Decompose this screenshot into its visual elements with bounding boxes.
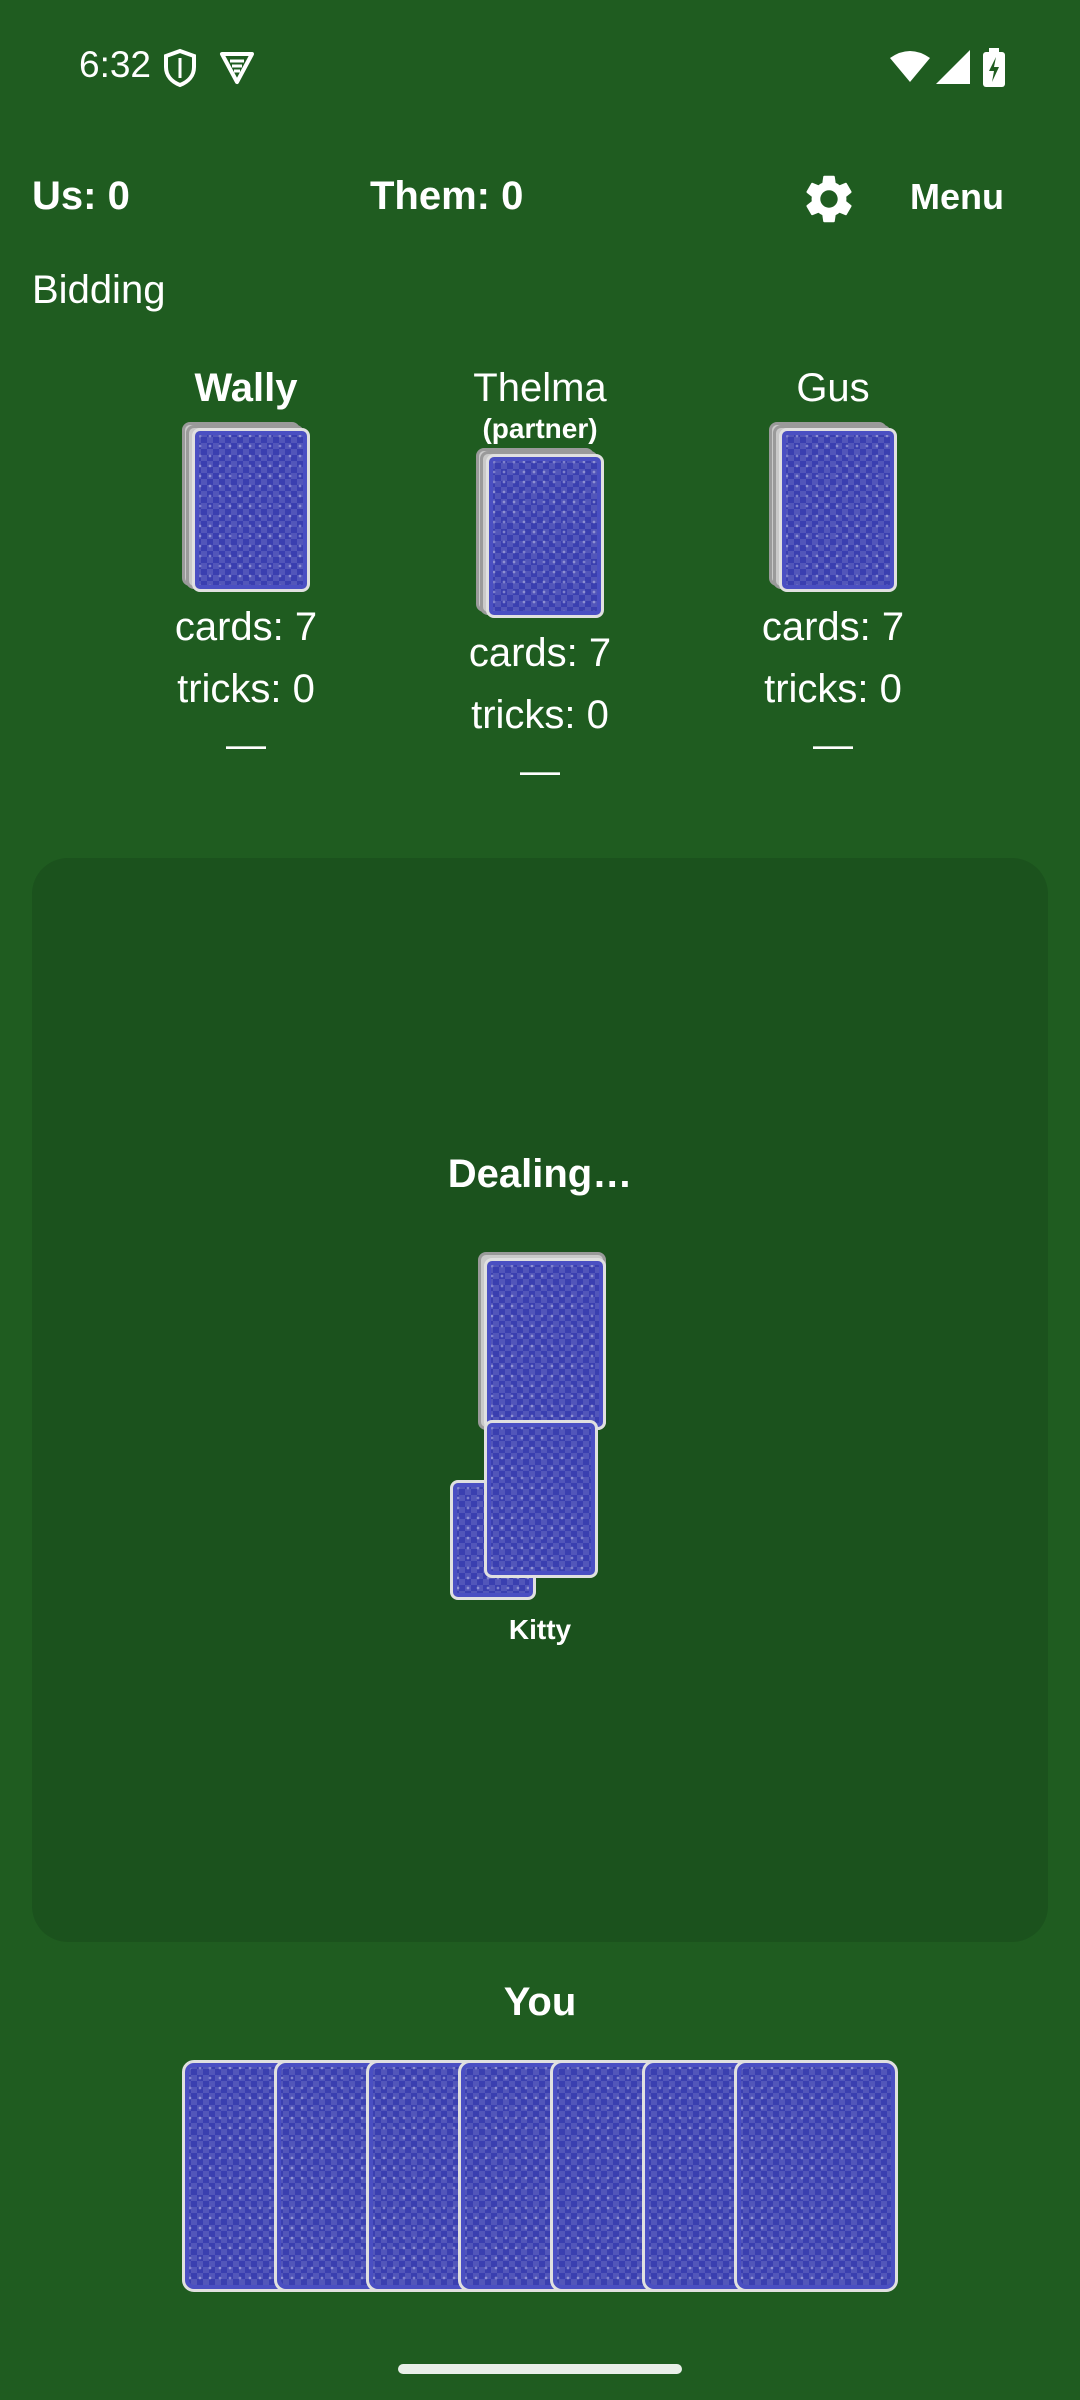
wifi-icon: [890, 51, 930, 82]
battery-charging-icon: [983, 48, 1005, 87]
game-phase: Bidding: [32, 268, 166, 312]
player-name: Wally: [194, 366, 298, 410]
player-name: Thelma: [473, 366, 607, 410]
player-bid: —: [813, 723, 853, 767]
signal-icon: [936, 50, 970, 84]
score-us: Us: 0: [32, 174, 130, 218]
hand-card[interactable]: [734, 2060, 898, 2292]
player-bid: —: [520, 749, 560, 793]
player-cards: cards: 7: [468, 631, 612, 675]
player-role: (partner): [482, 413, 598, 444]
menu-button[interactable]: Menu: [910, 176, 1004, 218]
card-back: [779, 428, 897, 592]
player-tricks: tricks: 0: [177, 667, 315, 711]
gear-icon[interactable]: [800, 170, 858, 228]
player-bid: —: [226, 723, 266, 767]
player-cards: cards: 7: [761, 605, 905, 649]
vpn-icon: [220, 52, 254, 84]
player-cards: cards: 7: [174, 605, 318, 649]
shield-icon: [164, 48, 196, 88]
kitty-label: Kitty: [508, 1614, 572, 1645]
player-tricks: tricks: 0: [471, 693, 609, 737]
deck-card-back: [484, 1258, 606, 1430]
card-stack: [182, 422, 310, 592]
card-back: [192, 428, 310, 592]
dealt-card-back: [484, 1420, 598, 1578]
player-wally: Wally cards: 7 tricks: 0 —: [116, 360, 376, 770]
player-tricks: tricks: 0: [764, 667, 902, 711]
score-them: Them: 0: [370, 174, 524, 218]
home-indicator[interactable]: [398, 2364, 682, 2374]
card-stack: [769, 422, 897, 592]
player-name: Gus: [796, 366, 870, 410]
player-gus: Gus cards: 7 tricks: 0 —: [703, 360, 963, 770]
player-thelma: Thelma (partner) cards: 7 tricks: 0 —: [410, 360, 670, 796]
status-time: 6:32: [79, 44, 152, 85]
you-label: You: [503, 1980, 577, 2024]
card-back: [486, 454, 604, 618]
card-stack: [476, 448, 604, 618]
table-status: Dealing…: [447, 1152, 633, 1196]
